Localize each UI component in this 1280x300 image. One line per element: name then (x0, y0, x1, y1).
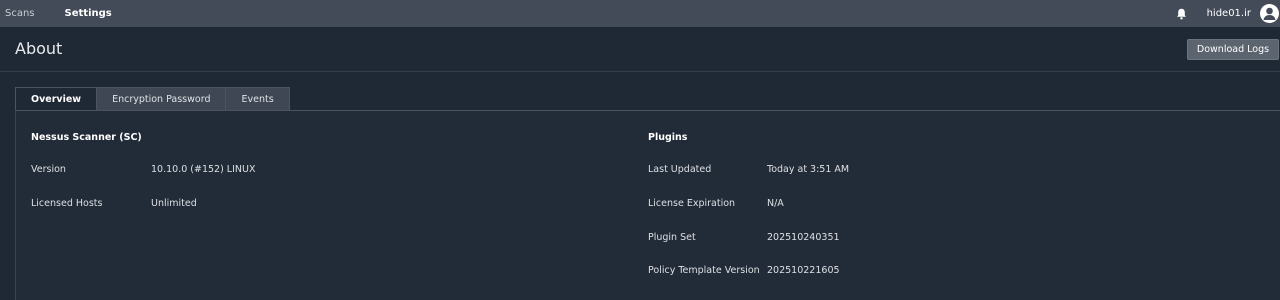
top-nav-right: hide01.ir (1175, 0, 1280, 27)
download-logs-button[interactable]: Download Logs (1187, 39, 1279, 60)
policy-template-version-value: 202510221605 (767, 265, 840, 276)
top-nav-bar: Scans Settings hide01.ir (0, 0, 1280, 27)
page-header: About Download Logs (0, 27, 1280, 72)
bell-icon[interactable] (1175, 7, 1189, 21)
last-updated-label: Last Updated (648, 164, 712, 175)
license-expiration-value: N/A (767, 198, 784, 209)
licensed-hosts-value: Unlimited (151, 198, 197, 209)
plugin-set-label: Plugin Set (648, 232, 696, 243)
tab-overview[interactable]: Overview (15, 87, 98, 111)
page-title: About (15, 39, 63, 58)
version-value: 10.10.0 (#152) LINUX (151, 164, 256, 175)
license-expiration-label: License Expiration (648, 198, 736, 209)
scanner-section-title: Nessus Scanner (SC) (31, 132, 142, 143)
overview-panel: Nessus Scanner (SC) Version 10.10.0 (#15… (15, 110, 1280, 300)
tab-events[interactable]: Events (226, 87, 290, 111)
plugin-set-value: 202510240351 (767, 232, 840, 243)
user-avatar-icon[interactable] (1260, 4, 1279, 23)
version-label: Version (31, 164, 66, 175)
last-updated-value: Today at 3:51 AM (767, 164, 850, 175)
nav-scans[interactable]: Scans (0, 0, 40, 27)
plugins-section-title: Plugins (648, 132, 688, 143)
tab-bar: Overview Encryption Password Events (15, 87, 290, 111)
nav-settings[interactable]: Settings (60, 0, 117, 27)
licensed-hosts-label: Licensed Hosts (31, 198, 103, 209)
tab-encryption-password[interactable]: Encryption Password (97, 87, 227, 111)
policy-template-version-label: Policy Template Version (648, 265, 760, 276)
user-name[interactable]: hide01.ir (1207, 8, 1251, 19)
